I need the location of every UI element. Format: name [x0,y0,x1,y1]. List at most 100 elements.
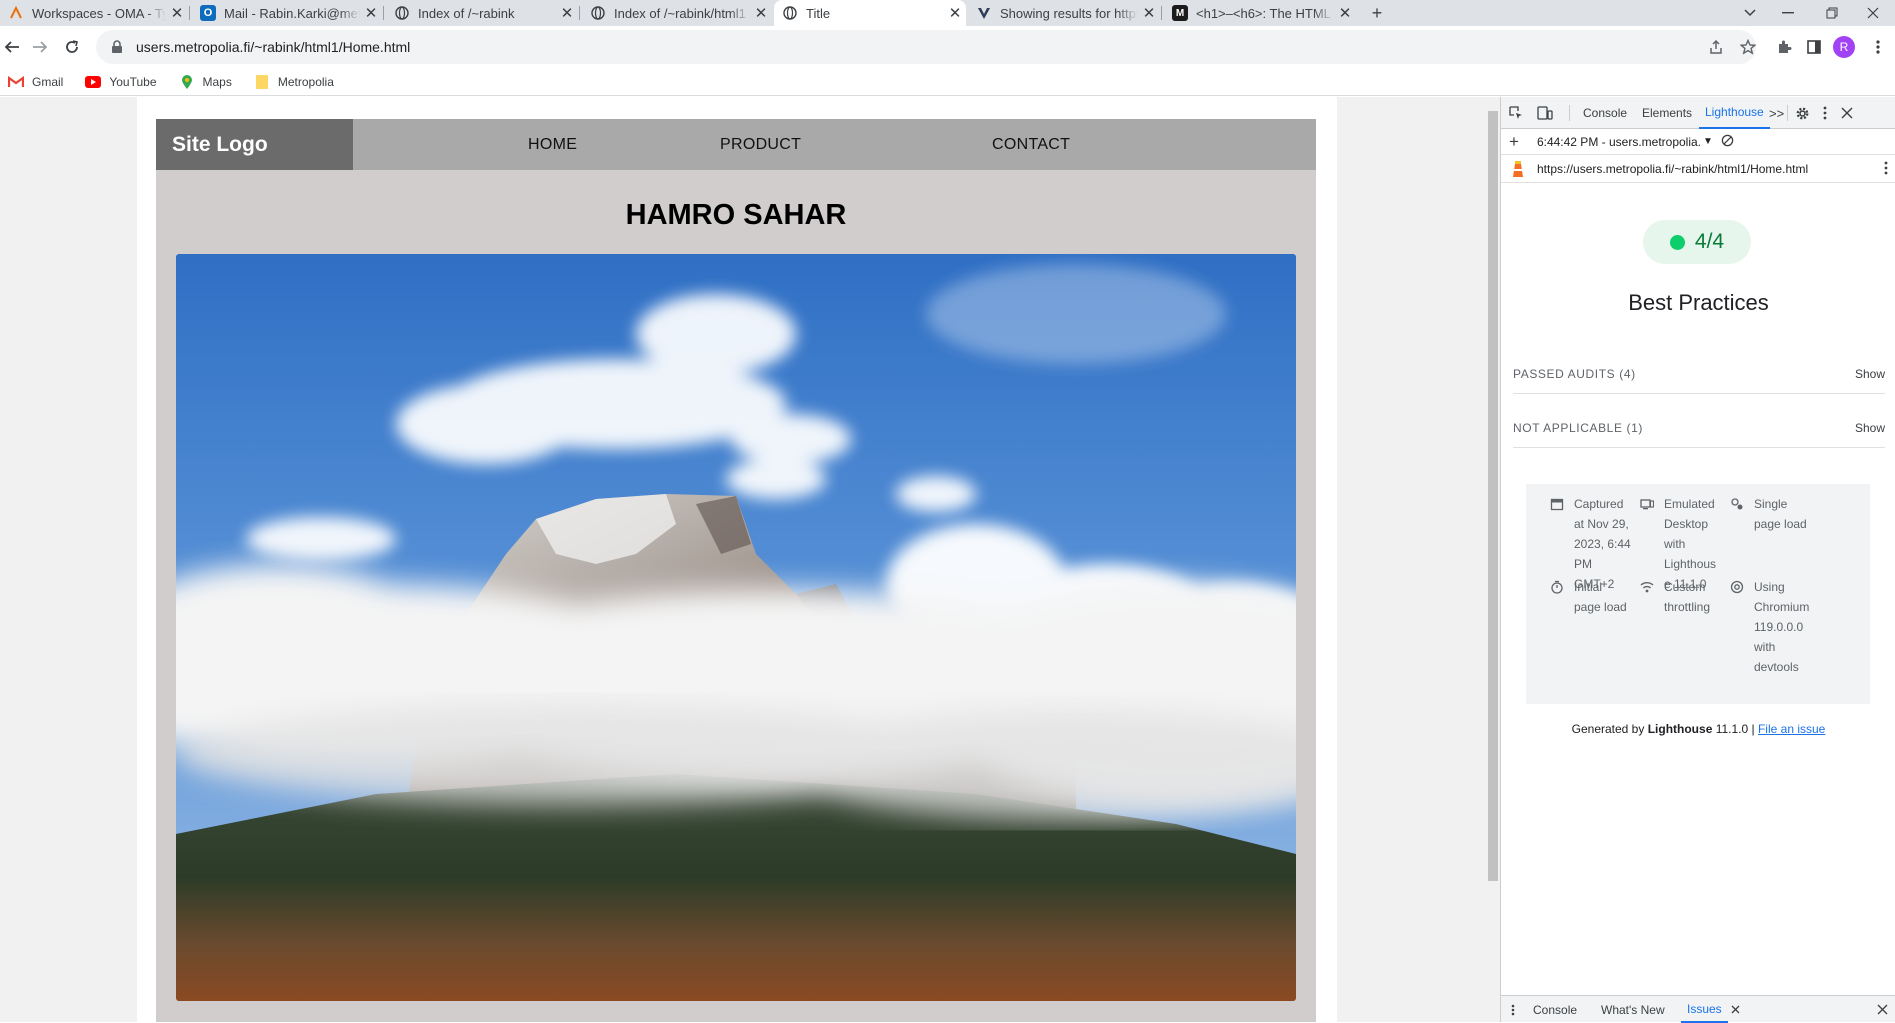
browser-tab[interactable]: Index of /~rabink/html1 ✕ [582,0,772,26]
nav-link-product[interactable]: PRODUCT [720,119,801,170]
tab-title: Index of /~rabink/html1 [614,5,746,21]
runtime-settings: Captured at Nov 29, 2023, 6:44 PM GMT+2 Emul… [1526,484,1870,704]
generated-prefix: Generated by [1571,722,1648,736]
gmail-icon [8,74,24,90]
browser-tab-active[interactable]: Title ✕ [774,0,966,26]
back-icon[interactable] [0,35,24,59]
inspect-element-icon[interactable] [1509,97,1523,129]
tab-title: Title [806,5,831,21]
close-tab-icon[interactable]: ✕ [944,4,966,22]
nav-link-contact[interactable]: CONTACT [992,119,1070,170]
category-title: Best Practices [1628,290,1769,315]
show-not-applicable-button[interactable]: Show [1855,421,1885,435]
bookmark-maps[interactable]: Maps [179,74,232,90]
close-drawer-icon[interactable] [1877,996,1888,1023]
new-report-plus-icon[interactable]: + [1509,132,1519,152]
site-navbar: Site Logo HOME PRODUCT CONTACT [156,119,1316,170]
tab-title: Showing results for https://users [1000,5,1138,21]
passed-audits-row[interactable]: PASSED AUDITS (4) Show [1513,354,1885,394]
env-text: Using Chromium 119.0.0.0 with devtools [1754,580,1810,674]
drawer-tab-console[interactable]: Console [1533,996,1577,1023]
browser-tab[interactable]: O Mail - Rabin.Karki@metropolia.fi ✕ [192,0,382,26]
menu-kebab-icon[interactable] [1866,35,1890,59]
avatar[interactable]: R [1832,35,1856,59]
maps-icon [179,74,195,90]
not-applicable-row[interactable]: NOT APPLICABLE (1) Show [1513,408,1885,448]
browser-tab[interactable]: M <h1>–<h6>: The HTML Section ✕ [1164,0,1356,26]
browser-toolbar: users.metropolia.fi/~rabink/html1/Home.h… [0,26,1895,68]
reload-icon[interactable] [60,35,84,59]
page-heading: HAMRO SAHAR [625,199,847,231]
tab-strip: Workspaces - OMA - Työpöytä ✕ O Mail - R… [0,0,1895,26]
scrollbar-thumb[interactable] [1488,111,1498,881]
drawer-menu-kebab-icon[interactable] [1511,996,1515,1023]
lock-icon[interactable] [110,40,124,54]
tab-lighthouse[interactable]: Lighthouse [1699,97,1770,129]
close-tab-icon[interactable]: ✕ [750,4,772,22]
close-tab-icon[interactable]: ✕ [1334,4,1356,22]
report-menu-kebab-icon[interactable] [1884,161,1888,178]
score-dot-icon [1669,234,1685,250]
bookmark-star-icon[interactable] [1736,35,1760,59]
oma-icon [8,5,24,21]
mdn-icon: M [1172,5,1188,21]
env-throttling: Custom throttling [1640,577,1740,617]
more-tabs-chevron-icon[interactable]: >> [1769,97,1784,129]
browser-tab[interactable]: Workspaces - OMA - Työpöytä ✕ [0,0,188,26]
nav-link-home[interactable]: HOME [528,119,577,170]
extensions-icon[interactable] [1772,35,1796,59]
close-issues-tab-icon[interactable] [1731,996,1740,1023]
minimize-icon[interactable] [1766,0,1810,26]
close-tab-icon[interactable]: ✕ [360,4,382,22]
score-badge: 4/4 [1643,220,1751,264]
env-text: Initial page load [1574,580,1627,614]
restore-icon[interactable] [1810,0,1854,26]
browser-tab[interactable]: Index of /~rabink ✕ [386,0,578,26]
not-applicable-label: NOT APPLICABLE [1513,420,1623,435]
close-window-icon[interactable] [1851,0,1895,26]
bookmark-youtube[interactable]: YouTube [85,74,157,90]
env-initial: Initial page load [1550,577,1650,617]
tab-console[interactable]: Console [1583,97,1627,129]
tab-elements[interactable]: Elements [1642,97,1692,129]
globe-icon [590,5,606,21]
bookmark-gmail[interactable]: Gmail [8,74,63,90]
drawer-tab-whats-new[interactable]: What's New [1601,996,1665,1023]
drawer-tab-issues[interactable]: Issues [1681,996,1728,1023]
report-url-bar: https://users.metropolia.fi/~rabink/html… [1501,155,1895,183]
settings-gear-icon[interactable] [1795,97,1810,129]
bookmark-label: YouTube [109,74,157,89]
report-dropdown-icon[interactable]: ▼ [1703,136,1713,147]
bookmark-label: Maps [202,74,232,89]
url-text[interactable]: users.metropolia.fi/~rabink/html1/Home.h… [136,39,410,55]
address-bar[interactable]: users.metropolia.fi/~rabink/html1/Home.h… [96,30,1756,64]
clear-reports-icon[interactable] [1721,134,1734,150]
tab-title: Workspaces - OMA - Työpöytä [32,5,166,21]
close-tab-icon[interactable]: ✕ [166,4,188,22]
env-chromium: Using Chromium 119.0.0.0 with devtools [1730,577,1840,677]
profile-initial: R [1833,36,1855,58]
device-toolbar-icon[interactable] [1537,97,1553,129]
devtools-tabbar: Console Elements Lighthouse >> [1501,97,1895,129]
lighthouse-logo-icon [1511,160,1525,178]
file-issue-link[interactable]: File an issue [1758,722,1825,736]
close-devtools-icon[interactable] [1841,97,1853,129]
report-selector[interactable]: 6:44:42 PM - users.metropolia. [1537,135,1701,149]
new-tab-button[interactable]: + [1362,0,1392,26]
share-icon[interactable] [1704,35,1728,59]
env-text: Single page load [1754,497,1807,531]
calendar-icon [1550,497,1564,511]
close-tab-icon[interactable]: ✕ [556,4,578,22]
browser-tab[interactable]: Showing results for https://users ✕ [968,0,1160,26]
show-passed-button[interactable]: Show [1855,367,1885,381]
page-scrollbar[interactable] [1486,97,1500,1022]
site-logo[interactable]: Site Logo [156,119,353,170]
chromium-icon [1730,580,1744,594]
bookmark-metropolia[interactable]: Metropolia [254,74,334,90]
close-tab-icon[interactable]: ✕ [1138,4,1160,22]
devtools-menu-kebab-icon[interactable] [1823,97,1827,129]
forward-icon[interactable] [28,35,52,59]
lighthouse-report-bar: + 6:44:42 PM - users.metropolia. ▼ [1501,129,1895,155]
side-panel-icon[interactable] [1802,35,1826,59]
globe-icon [782,5,798,21]
